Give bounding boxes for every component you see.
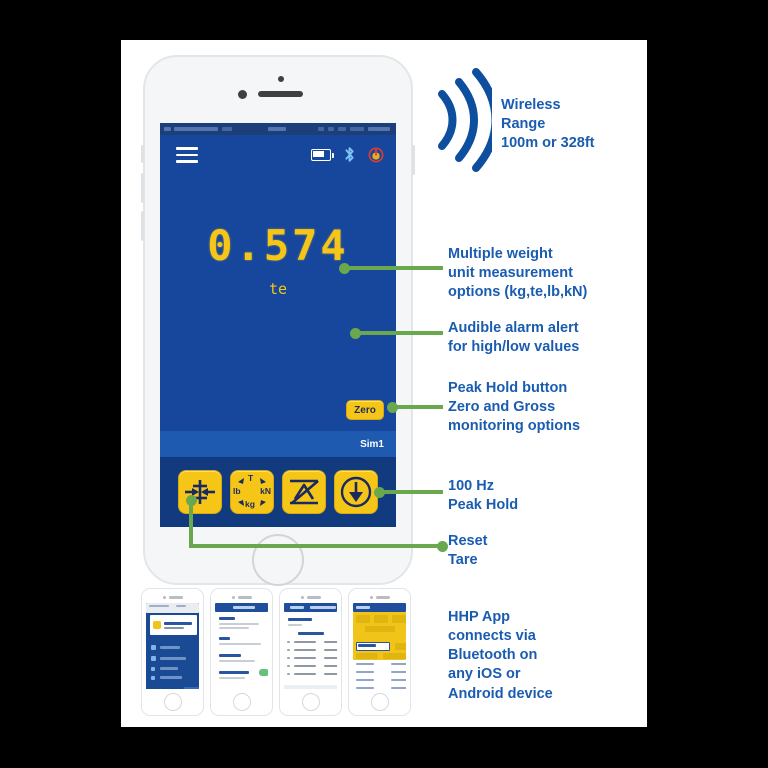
annotation-hhp-line-4: any iOS or (448, 666, 521, 683)
status-bluetooth-icon (328, 127, 334, 131)
thumbnail-settings[interactable] (210, 588, 273, 716)
status-bar (160, 123, 396, 135)
annotation-peak-line-2: Zero and Gross (448, 399, 556, 416)
thumb-camera-icon (232, 596, 235, 599)
annotation-peak-line-1: Peak Hold button (448, 380, 568, 396)
annotation-hz-line-1: 100 Hz (448, 478, 494, 494)
app-bar-icons (311, 146, 384, 163)
signal-icon (164, 127, 171, 131)
annotation-peak-line-3: monitoring options (448, 418, 581, 435)
annotation-hhp-app: HHP App connects via Bluetooth on any iO… (448, 608, 638, 704)
thumbnail-dashboard[interactable] (141, 588, 204, 716)
wireless-range-label: Wireless Range 100m or 328ft (501, 96, 681, 153)
annotation-hhp-line-5: Android device (448, 685, 553, 702)
annotation-alarm-line-2: for high/low values (448, 339, 580, 356)
thumb-screen (146, 603, 199, 689)
phone-front-camera-icon (238, 90, 247, 99)
peak-hold-button[interactable] (334, 470, 378, 514)
phone-sensor-icon (278, 76, 284, 82)
thumb-home-button (301, 693, 320, 711)
connector-line-hz (380, 490, 443, 494)
phone-volume-up-button (141, 173, 144, 203)
connector-line-alarm (356, 331, 443, 335)
thumb-speaker-icon (376, 596, 390, 599)
thumb-screen (353, 603, 406, 689)
measurement-readout: 0.574 te (160, 221, 396, 298)
annotation-100hz: 100 Hz Peak Hold (448, 477, 628, 515)
phone-silent-switch (141, 145, 144, 163)
annotation-units-line-2: unit measurement (448, 265, 573, 282)
units-button[interactable]: T lb kN kg (230, 470, 274, 514)
channel-bar: Sim1 (160, 431, 396, 457)
phone-earpiece-speaker (258, 91, 303, 97)
peak-graph-icon (290, 479, 319, 505)
annotation-hz-line-2: Peak Hold (448, 497, 519, 514)
thumb-camera-icon (370, 596, 373, 599)
channel-label: Sim1 (360, 438, 384, 450)
readout-unit: te (268, 280, 288, 298)
units-selector-icon: T lb kN kg (232, 473, 272, 511)
annotation-peak-hold: Peak Hold button Zero and Gross monitori… (448, 379, 638, 436)
thumb-screen (284, 603, 337, 689)
poster-canvas: 0.574 te Zero Sim1 T lb kN kg Wireless R… (0, 0, 768, 768)
thumbnail-data-table[interactable] (348, 588, 411, 716)
thumb-speaker-icon (238, 596, 252, 599)
connector-dot-reset-end (437, 541, 448, 552)
annotation-reset-line-2: Tare (448, 552, 478, 569)
phone-volume-down-button (141, 211, 144, 241)
connector-line-reset-vertical (189, 500, 193, 548)
tare-button[interactable] (178, 470, 222, 514)
wireless-line-1: Wireless (501, 97, 561, 113)
hamburger-menu-icon[interactable] (176, 147, 198, 163)
app-screenshot-thumbnails (141, 588, 411, 716)
thumb-screen (215, 603, 268, 689)
readout-value: 0.574 (207, 221, 349, 270)
function-button-strip: T lb kN kg (160, 457, 396, 527)
status-alarm-icon (338, 127, 346, 131)
status-battery-icon (368, 127, 390, 131)
annotation-units-line-1: Multiple weight (448, 246, 553, 262)
wifi-icon (222, 127, 232, 131)
app-screen: 0.574 te Zero Sim1 T lb kN kg (160, 123, 396, 527)
annotation-units-line-3: options (kg,te,lb,kN) (448, 284, 588, 301)
thumb-camera-icon (163, 596, 166, 599)
peak-hold-down-arrow-icon (340, 476, 372, 508)
thumb-speaker-icon (169, 596, 183, 599)
annotation-units: Multiple weight unit measurement options… (448, 245, 638, 302)
connector-line-reset-horizontal (189, 544, 443, 548)
wireless-waves-icon (438, 68, 492, 172)
app-bar (160, 135, 396, 177)
power-alarm-icon[interactable] (368, 147, 384, 163)
carrier-label (174, 127, 218, 131)
status-misc-icon (350, 127, 364, 131)
wireless-line-2: Range (501, 116, 546, 133)
annotation-alarm-line-1: Audible alarm alert (448, 320, 579, 336)
connector-line-units (345, 266, 443, 270)
annotation-hhp-line-2: connects via (448, 628, 536, 645)
wireless-line-3: 100m or 328ft (501, 135, 595, 152)
status-lock-icon (318, 127, 324, 131)
units-rotation-arrows-icon (238, 478, 266, 506)
connector-line-peak (393, 405, 443, 409)
zero-button[interactable]: Zero (346, 400, 384, 420)
annotation-reset-line-1: Reset (448, 533, 488, 549)
thumbnail-readings-list[interactable] (279, 588, 342, 716)
phone-home-button (252, 534, 304, 586)
thumb-home-button (370, 693, 389, 711)
thumb-camera-icon (301, 596, 304, 599)
battery-icon[interactable] (311, 148, 334, 161)
thumb-home-button (163, 693, 182, 711)
phone-mockup: 0.574 te Zero Sim1 T lb kN kg (141, 55, 415, 586)
thumb-speaker-icon (307, 596, 321, 599)
status-clock (268, 127, 286, 131)
annotation-alarm: Audible alarm alert for high/low values (448, 319, 638, 357)
annotation-hhp-line-3: Bluetooth on (448, 647, 538, 664)
phone-power-button (412, 145, 415, 175)
annotation-hhp-line-1: HHP App (448, 609, 511, 625)
bluetooth-icon[interactable] (343, 146, 356, 163)
annotation-reset-tare: Reset Tare (448, 532, 628, 570)
peak-graph-button[interactable] (282, 470, 326, 514)
thumb-home-button (232, 693, 251, 711)
